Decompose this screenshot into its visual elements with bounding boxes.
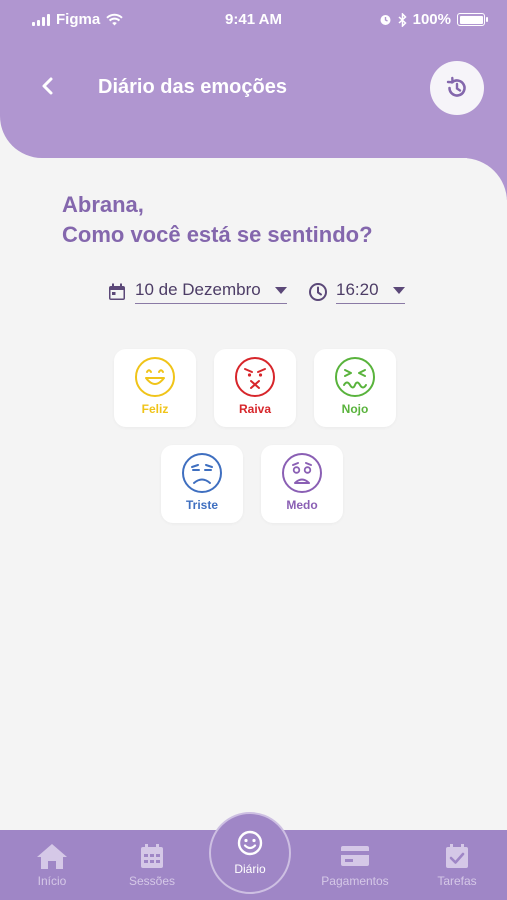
- chevron-left-icon: [42, 77, 53, 95]
- nav-label: Diário: [234, 862, 266, 876]
- fear-face-icon: [282, 453, 322, 493]
- sad-face-icon: [182, 453, 222, 493]
- emotion-label: Nojo: [341, 402, 369, 416]
- disgust-face-icon: [335, 357, 375, 397]
- nav-item-diario[interactable]: Diário: [209, 812, 291, 894]
- smile-icon: [237, 830, 263, 856]
- emotion-card-raiva[interactable]: Raiva: [214, 349, 296, 427]
- emotion-label: Medo: [286, 498, 318, 512]
- emotion-card-feliz[interactable]: Feliz: [114, 349, 196, 427]
- calendar-grid-icon: [141, 844, 163, 868]
- nav-label: Tarefas: [437, 874, 477, 888]
- emotion-card-triste[interactable]: Triste: [161, 445, 243, 523]
- clock-icon: [309, 283, 327, 301]
- chevron-down-icon: [274, 286, 287, 294]
- page-title: Diário das emoções: [98, 76, 287, 98]
- greeting: Abrana, Como você está se sentindo?: [62, 190, 373, 250]
- time-value: 16:20: [336, 280, 379, 299]
- time-picker[interactable]: 16:20: [308, 280, 405, 304]
- date-value-field[interactable]: 10 de Dezembro: [135, 280, 287, 304]
- date-value: 10 de Dezembro: [135, 280, 261, 299]
- nav-label: Sessões: [128, 874, 176, 888]
- chevron-down-icon: [392, 286, 405, 294]
- emotion-label: Raiva: [238, 402, 272, 416]
- nav-item-pagamentos[interactable]: Pagamentos: [316, 842, 394, 888]
- bluetooth-icon: [398, 12, 407, 27]
- battery-icon: [457, 13, 488, 26]
- nav-item-inicio[interactable]: Início: [28, 842, 76, 888]
- battery-percent: 100%: [412, 11, 451, 28]
- emotion-card-medo[interactable]: Medo: [261, 445, 343, 523]
- datetime-pickers: 10 de Dezembro 16:20: [0, 280, 507, 310]
- credit-card-icon: [341, 846, 369, 866]
- nav-item-sessoes[interactable]: Sessões: [122, 842, 182, 888]
- greeting-name: Abrana,: [62, 192, 144, 217]
- home-icon: [37, 844, 67, 869]
- calendar-check-icon: [446, 844, 468, 868]
- nav-item-tarefas[interactable]: Tarefas: [432, 842, 482, 888]
- nav-label: Início: [37, 874, 67, 888]
- angry-face-icon: [235, 357, 275, 397]
- history-button[interactable]: [430, 61, 484, 115]
- emotion-label: Triste: [185, 498, 218, 512]
- date-picker[interactable]: 10 de Dezembro: [107, 280, 287, 304]
- back-button[interactable]: [34, 72, 62, 100]
- emotion-label: Feliz: [141, 402, 169, 416]
- time-value-field[interactable]: 16:20: [336, 280, 405, 304]
- nav-label: Pagamentos: [321, 874, 389, 888]
- greeting-question: Como você está se sentindo?: [62, 222, 373, 247]
- happy-face-icon: [135, 357, 175, 397]
- history-icon: [446, 76, 466, 97]
- calendar-icon: [109, 283, 125, 300]
- status-bar: Figma 9:41 AM 100%: [0, 8, 507, 32]
- alarm-icon: [380, 15, 391, 25]
- emotion-card-nojo[interactable]: Nojo: [314, 349, 396, 427]
